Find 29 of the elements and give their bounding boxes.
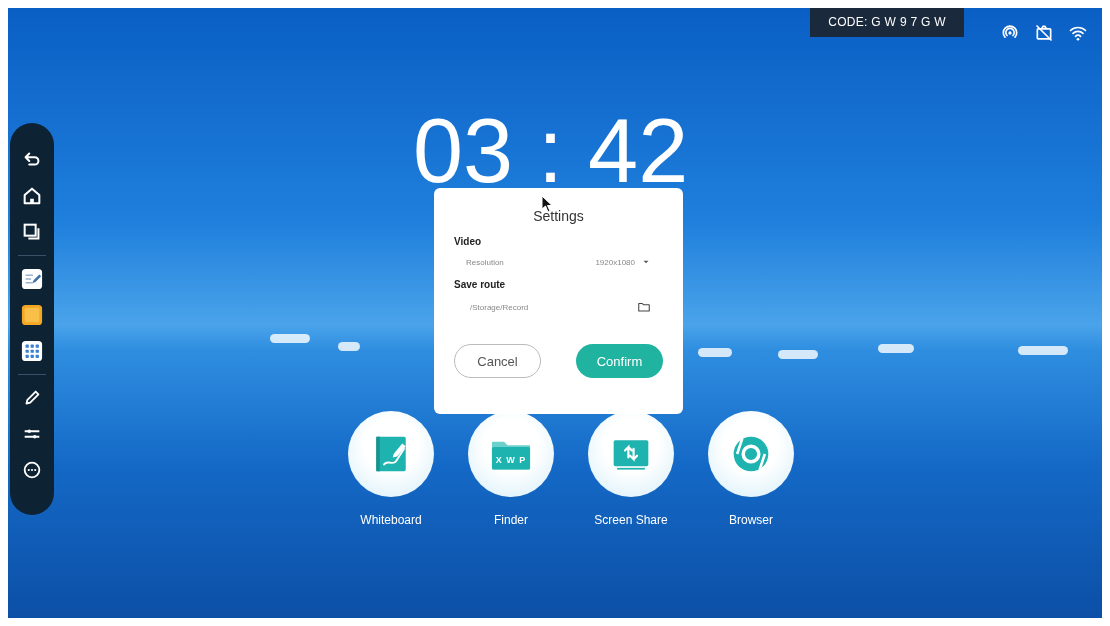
cloud — [1018, 346, 1068, 355]
app-label: Browser — [729, 513, 773, 527]
cloud — [698, 348, 732, 357]
clock-time: 03 : 42 — [413, 106, 689, 196]
folder-icon[interactable] — [637, 300, 651, 314]
note-app-icon[interactable] — [21, 268, 43, 290]
more-icon[interactable] — [21, 459, 43, 481]
connection-code: CODE: G W 9 7 G W — [810, 8, 964, 37]
sticky-note-app-icon[interactable] — [21, 304, 43, 326]
camera-off-icon[interactable] — [1034, 23, 1054, 43]
path-field[interactable]: /Storage/Record — [466, 302, 529, 312]
app-grid-icon[interactable] — [21, 340, 43, 362]
app-launcher-button[interactable]: X W P — [468, 411, 554, 497]
cloud — [778, 350, 818, 359]
cloud — [878, 344, 914, 353]
section-heading: Save route — [454, 279, 507, 290]
section-heading: Video — [454, 236, 483, 247]
app-label: Screen Share — [594, 513, 668, 527]
field-label: Resolution — [466, 257, 504, 267]
dialog-title: Settings — [532, 208, 585, 224]
confirm-button[interactable]: Confirm — [576, 344, 663, 378]
app-label: Finder — [494, 513, 528, 527]
resolution-dropdown[interactable]: 1920x1080 — [595, 257, 651, 267]
cancel-button[interactable]: Cancel — [454, 344, 541, 378]
cloud — [270, 334, 310, 343]
app-label: Whiteboard — [360, 513, 422, 527]
home-icon[interactable] — [21, 185, 43, 207]
folder-label: X W P — [494, 455, 528, 465]
cloud — [338, 342, 360, 351]
